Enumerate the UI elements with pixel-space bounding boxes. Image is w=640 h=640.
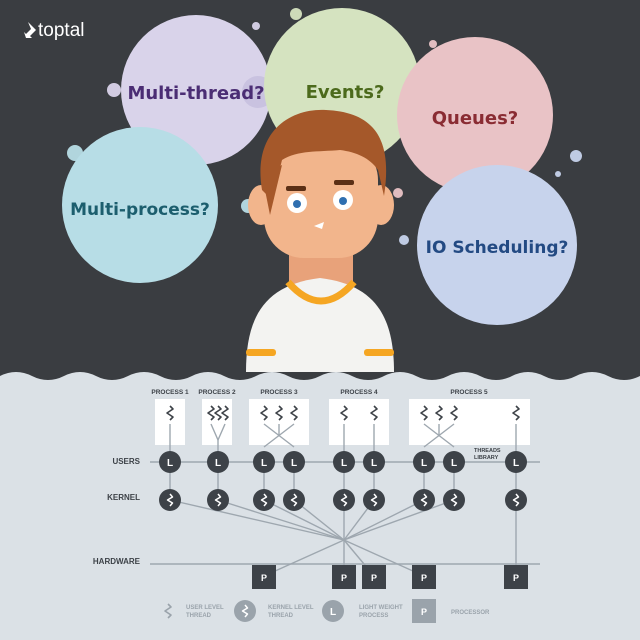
- bubble-io-scheduling: IO Scheduling?: [417, 165, 577, 325]
- lwp-node: L: [207, 451, 229, 473]
- lwp-node: L: [413, 451, 435, 473]
- legend-kernel-thread-icon: [234, 600, 256, 622]
- svg-text:L: L: [291, 458, 297, 469]
- lwp-node: L: [443, 451, 465, 473]
- legend-processor-label: PROCESSOR: [451, 610, 490, 616]
- kernel-thread-node: [413, 489, 435, 511]
- toptal-logo-text: toptal: [38, 20, 84, 41]
- lwp-node: L: [159, 451, 181, 473]
- row-label-hardware: HARDWARE: [93, 557, 141, 566]
- kernel-thread-node: [333, 489, 355, 511]
- bubble-multi-process-label: Multi-process?: [70, 200, 210, 220]
- svg-text:P: P: [371, 573, 377, 583]
- kernel-thread-node: [159, 489, 181, 511]
- bubble-io-scheduling-label: IO Scheduling?: [426, 238, 569, 258]
- svg-text:L: L: [513, 458, 519, 469]
- bubble-multi-process: Multi-process?: [62, 127, 218, 283]
- processor-node: P: [332, 565, 356, 589]
- process-2-title: PROCESS 2: [198, 389, 236, 396]
- process-3-box: [249, 399, 309, 445]
- legend-lwp-line1: LIGHT WEIGHT: [359, 605, 403, 611]
- svg-text:L: L: [330, 607, 336, 618]
- svg-text:L: L: [215, 458, 221, 469]
- process-5-title: PROCESS 5: [450, 389, 488, 396]
- diagram-panel: [0, 372, 640, 640]
- svg-text:L: L: [371, 458, 377, 469]
- row-label-kernel: KERNEL: [107, 493, 140, 502]
- kernel-thread-node: [207, 489, 229, 511]
- legend-kernel-thread-line2: THREAD: [268, 613, 294, 619]
- illustration-stage: toptal Multi-thread? Events? Queues? Mul…: [0, 0, 640, 640]
- svg-text:P: P: [421, 607, 427, 617]
- svg-text:L: L: [341, 458, 347, 469]
- svg-text:P: P: [513, 573, 519, 583]
- lwp-node: L: [333, 451, 355, 473]
- processor-node: P: [252, 565, 276, 589]
- svg-text:P: P: [341, 573, 347, 583]
- kernel-thread-node: [443, 489, 465, 511]
- lwp-node: L: [283, 451, 305, 473]
- bubble-multi-thread-label: Multi-thread?: [127, 83, 264, 104]
- svg-text:L: L: [167, 458, 173, 469]
- processor-node: P: [504, 565, 528, 589]
- svg-text:L: L: [261, 458, 267, 469]
- legend-lwp-line2: PROCESS: [359, 613, 388, 619]
- kernel-thread-node: [505, 489, 527, 511]
- process-3-title: PROCESS 3: [260, 389, 298, 396]
- kernel-thread-node: [283, 489, 305, 511]
- legend-kernel-thread-line1: KERNEL LEVEL: [268, 605, 314, 611]
- lwp-node: L: [505, 451, 527, 473]
- legend-user-thread-line1: USER LEVEL: [186, 605, 224, 611]
- process-4-title: PROCESS 4: [340, 389, 378, 396]
- process-4-box: [329, 399, 389, 445]
- lwp-node: L: [253, 451, 275, 473]
- kernel-thread-node: [363, 489, 385, 511]
- bubble-queues-label: Queues?: [432, 108, 519, 129]
- svg-text:P: P: [421, 573, 427, 583]
- kernel-thread-node: [253, 489, 275, 511]
- processor-node: P: [362, 565, 386, 589]
- threads-library-label-line1: THREADS: [474, 448, 501, 454]
- illustration-svg: toptal Multi-thread? Events? Queues? Mul…: [0, 0, 640, 640]
- row-label-users: USERS: [112, 457, 140, 466]
- process-1-title: PROCESS 1: [151, 389, 189, 396]
- svg-text:L: L: [421, 458, 427, 469]
- legend-user-thread-line2: THREAD: [186, 613, 212, 619]
- process-5-box: [409, 399, 530, 445]
- processor-node: P: [412, 565, 436, 589]
- lwp-node: L: [363, 451, 385, 473]
- threads-library-label-line2: LIBRARY: [474, 455, 499, 461]
- svg-text:L: L: [451, 458, 457, 469]
- bubble-events-label: Events?: [306, 82, 385, 103]
- svg-text:P: P: [261, 573, 267, 583]
